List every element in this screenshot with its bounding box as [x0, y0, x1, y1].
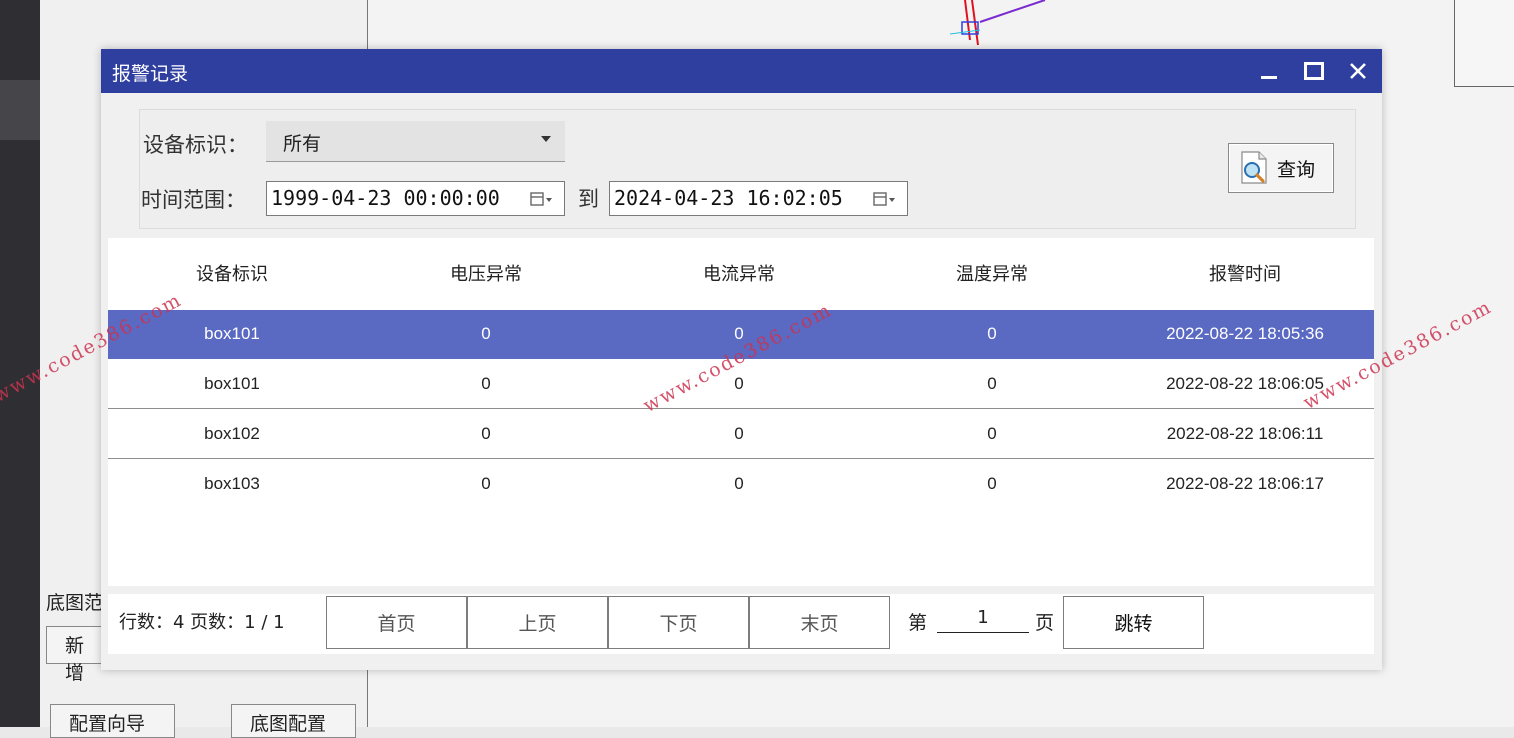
jump-button[interactable]: 跳转 [1063, 596, 1204, 649]
left-dark-highlight [0, 80, 40, 140]
cell-alarm-time: 2022-08-22 18:06:17 [1166, 474, 1324, 493]
cell-voltage-abnormal: 0 [481, 424, 491, 443]
cell-voltage-abnormal: 0 [481, 324, 491, 343]
minimize-button[interactable] [1254, 57, 1284, 85]
maximize-icon [1304, 62, 1324, 80]
calendar-dropdown-icon [530, 192, 552, 206]
start-time-value: 1999-04-23 00:00:00 [271, 186, 500, 210]
cell-current-abnormal: 0 [734, 324, 744, 343]
close-icon [1350, 63, 1366, 79]
last-page-button[interactable]: 末页 [749, 596, 890, 649]
cell-device-id: box102 [204, 424, 260, 443]
basemap-config-button[interactable]: 底图配置 [231, 704, 356, 738]
maximize-button[interactable] [1299, 57, 1329, 85]
calendar-dropdown-icon [873, 192, 895, 206]
cell-current-abnormal: 0 [734, 424, 744, 443]
cell-voltage-abnormal: 0 [481, 374, 491, 393]
background-box [1454, 0, 1514, 87]
page-prefix-label: 第 [908, 612, 928, 634]
first-page-button[interactable]: 首页 [326, 596, 467, 649]
next-page-button[interactable]: 下页 [608, 596, 749, 649]
end-time-picker[interactable]: 2024-04-23 16:02:05 [609, 181, 908, 216]
prev-page-button[interactable]: 上页 [467, 596, 608, 649]
cell-device-id: box103 [204, 474, 260, 493]
cell-device-id: box101 [204, 324, 260, 343]
query-button-label: 查询 [1277, 159, 1316, 181]
column-header-current-abnormal[interactable]: 电流异常 [653, 260, 825, 286]
time-range-label: 时间范围： [141, 188, 246, 212]
cell-temperature-abnormal: 0 [987, 374, 997, 393]
table-row[interactable]: box101 0 0 0 2022-08-22 18:06:05 [108, 360, 1374, 409]
column-header-voltage-abnormal[interactable]: 电压异常 [400, 260, 572, 286]
table-row[interactable]: box102 0 0 0 2022-08-22 18:06:11 [108, 410, 1374, 459]
magnifier-document-icon [1241, 151, 1267, 184]
cell-current-abnormal: 0 [734, 474, 744, 493]
to-label: 到 [578, 187, 599, 211]
dialog-title: 报警记录 [112, 63, 189, 85]
device-id-select[interactable]: 所有 [266, 121, 565, 162]
alarm-records-table: 设备标识 电压异常 电流异常 温度异常 报警时间 box101 0 0 0 20… [108, 238, 1374, 586]
start-time-picker[interactable]: 1999-04-23 00:00:00 [266, 181, 565, 216]
page-suffix-label: 页 [1035, 612, 1055, 634]
column-header-alarm-time[interactable]: 报警时间 [1156, 260, 1334, 286]
cell-temperature-abnormal: 0 [987, 474, 997, 493]
title-bar[interactable]: 报警记录 [101, 49, 1382, 93]
config-wizard-button[interactable]: 配置向导 [50, 704, 175, 738]
left-dark-strip [0, 0, 40, 727]
column-header-temperature-abnormal[interactable]: 温度异常 [906, 260, 1078, 286]
cell-current-abnormal: 0 [734, 374, 744, 393]
cell-temperature-abnormal: 0 [987, 424, 997, 443]
add-button[interactable]: 新增 [46, 626, 106, 684]
cell-alarm-time: 2022-08-22 18:06:11 [1166, 424, 1324, 443]
table-row[interactable]: box101 0 0 0 2022-08-22 18:05:36 [108, 310, 1374, 359]
alarm-records-dialog: 报警记录 设备标识： 所有 时间范围： 1999-04-23 00:00:00 … [101, 49, 1382, 670]
cell-device-id: box101 [204, 374, 260, 393]
end-time-value: 2024-04-23 16:02:05 [614, 186, 843, 210]
cell-voltage-abnormal: 0 [481, 474, 491, 493]
cell-alarm-time: 2022-08-22 18:05:36 [1166, 324, 1324, 343]
row-page-count: 行数：4 页数：1 / 1 [119, 612, 285, 633]
table-header: 设备标识 电压异常 电流异常 温度异常 报警时间 [108, 238, 1374, 308]
page-number-input[interactable] [937, 602, 1029, 633]
minimize-icon [1261, 76, 1277, 79]
device-id-label: 设备标识： [143, 133, 248, 157]
device-id-selected-value: 所有 [283, 133, 322, 155]
basemap-range-label: 底图范 [46, 592, 104, 614]
pagination-bar: 行数：4 页数：1 / 1 首页 上页 下页 末页 第 页 跳转 [108, 594, 1374, 654]
close-button[interactable] [1343, 57, 1373, 85]
cell-alarm-time: 2022-08-22 18:06:05 [1166, 374, 1324, 393]
table-row[interactable]: box103 0 0 0 2022-08-22 18:06:17 [108, 460, 1374, 509]
chevron-down-icon [541, 136, 551, 142]
column-header-device-id[interactable]: 设备标识 [146, 260, 318, 286]
query-button[interactable]: 查询 [1228, 143, 1334, 193]
cell-temperature-abnormal: 0 [987, 324, 997, 343]
